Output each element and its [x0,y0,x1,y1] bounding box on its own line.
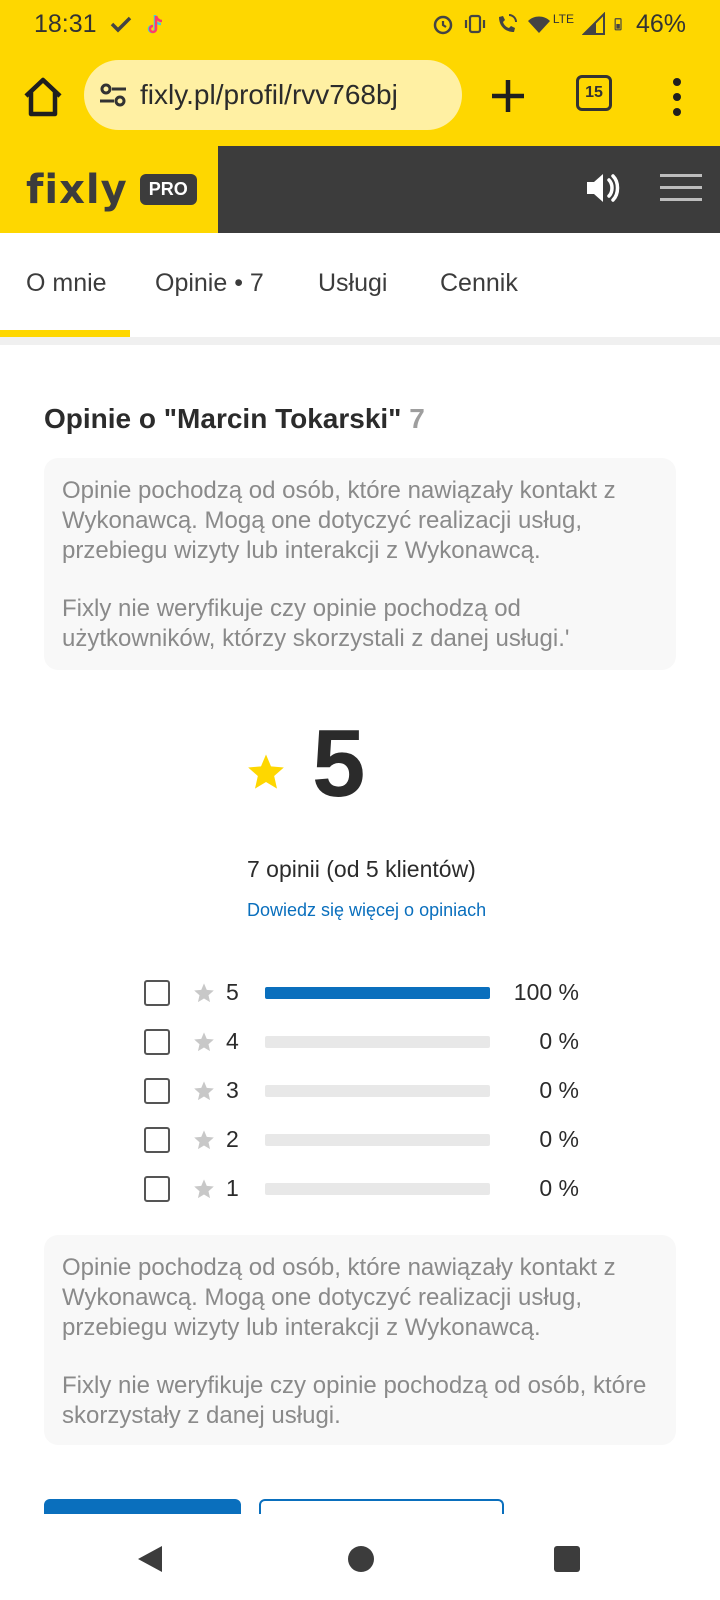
network-type: LTE [552,12,574,26]
rating-stars-label: 5 [226,979,239,1005]
back-icon[interactable] [136,1544,164,1574]
tab-opinie[interactable]: Opinie • 7 [155,269,264,298]
rating-filter-checkbox[interactable] [144,1029,170,1055]
pro-badge: PRO [139,174,197,205]
star-icon [194,1081,214,1101]
signal-icon [581,12,605,35]
reviews-title: Opinie o "Marcin Tokarski" 7 [44,403,425,435]
notice-paragraph: Fixly nie weryfikuje czy opinie pochodzą… [62,1372,647,1429]
hamburger-menu-icon[interactable] [660,174,702,206]
star-icon [248,754,284,789]
battery-level: 46% [635,9,686,38]
rating-row: 4 0 % [144,1025,594,1074]
rating-bar [265,1036,490,1048]
rating-row: 1 0 % [144,1172,594,1221]
rating-bar-fill [265,987,490,999]
rating-bar [265,987,490,999]
home-nav-icon[interactable] [348,1546,374,1572]
star-icon [194,1179,214,1199]
battery-icon [614,18,622,31]
site-settings-icon[interactable] [98,80,128,110]
rating-bar [265,1085,490,1097]
alarm-icon [433,15,453,35]
tab-o-mnie[interactable]: O mnie [26,269,107,298]
status-bar: 18:31 LTE 46% [0,0,720,48]
rating-row: 2 0 % [144,1123,594,1172]
rating-percent: 0 % [539,1175,579,1201]
reviews-summary: 7 opinii (od 5 klientów) [247,856,476,882]
active-tab-indicator [0,330,130,337]
rating-breakdown: 5 100 % 4 0 % 3 0 % 2 0 % 1 0 % [144,976,594,1221]
tab-cennik[interactable]: Cennik [440,269,518,298]
logo-text: fixly [26,166,128,213]
rating-bar [265,1134,490,1146]
wifi-icon [527,16,550,33]
rating-stars-label: 4 [226,1028,239,1054]
notice-paragraph: Opinie pochodzą od osób, które nawiązały… [62,1254,616,1341]
wifi-call-icon [498,14,517,32]
rating-percent: 0 % [539,1077,579,1103]
notice-paragraph: Fixly nie weryfikuje czy opinie pochodzą… [62,595,570,652]
recents-icon[interactable] [554,1546,580,1572]
profile-tabs: O mnie Opinie • 7 Usługi Cennik [0,233,720,337]
vibrate-icon [464,14,485,34]
rating-filter-checkbox[interactable] [144,1078,170,1104]
reviews-notice-top: Opinie pochodzą od osób, które nawiązały… [44,458,676,670]
rating-stars-label: 1 [226,1175,239,1201]
reviews-title-text: Opinie o "Marcin Tokarski" [44,403,402,434]
url-text: fixly.pl/profil/rvv768bj [140,79,398,110]
rating-bar [265,1183,490,1195]
tab-uslugi[interactable]: Usługi [318,269,387,298]
reviews-count-badge: 7 [409,403,425,434]
rating-percent: 0 % [539,1126,579,1152]
speaker-icon[interactable] [584,168,622,208]
rating-percent: 0 % [539,1028,579,1054]
check-icon [110,16,131,33]
status-time: 18:31 [34,9,97,38]
rating-filter-checkbox[interactable] [144,1127,170,1153]
rating-row: 5 100 % [144,976,594,1025]
rating-stars-label: 3 [226,1077,239,1103]
notice-paragraph: Opinie pochodzą od osób, które nawiązały… [62,477,616,564]
rating-filter-checkbox[interactable] [144,1176,170,1202]
rating-filter-checkbox[interactable] [144,980,170,1006]
tiktok-icon [147,15,162,34]
average-score: 5 [312,710,366,817]
star-icon [194,983,214,1003]
star-icon [194,1032,214,1052]
home-icon[interactable] [20,72,66,122]
divider [0,337,720,345]
star-icon [194,1130,214,1150]
more-vert-icon[interactable] [664,72,690,122]
site-header: fixly PRO [0,146,720,233]
reviews-notice-bottom: Opinie pochodzą od osób, które nawiązały… [44,1235,676,1445]
system-nav-bar [0,1514,720,1600]
rating-percent: 100 % [513,979,579,1005]
address-bar[interactable]: fixly.pl/profil/rvv768bj [84,60,462,130]
rating-row: 3 0 % [144,1074,594,1123]
rating-stars-label: 2 [226,1126,239,1152]
learn-more-link[interactable]: Dowiedz się więcej o opiniach [247,900,486,921]
browser-toolbar: fixly.pl/profil/rvv768bj 15 [0,48,720,146]
tab-count: 15 [585,84,603,101]
fixly-logo[interactable]: fixly PRO [0,146,218,233]
tab-switcher-button[interactable]: 15 [576,75,612,111]
plus-icon[interactable] [488,74,528,118]
